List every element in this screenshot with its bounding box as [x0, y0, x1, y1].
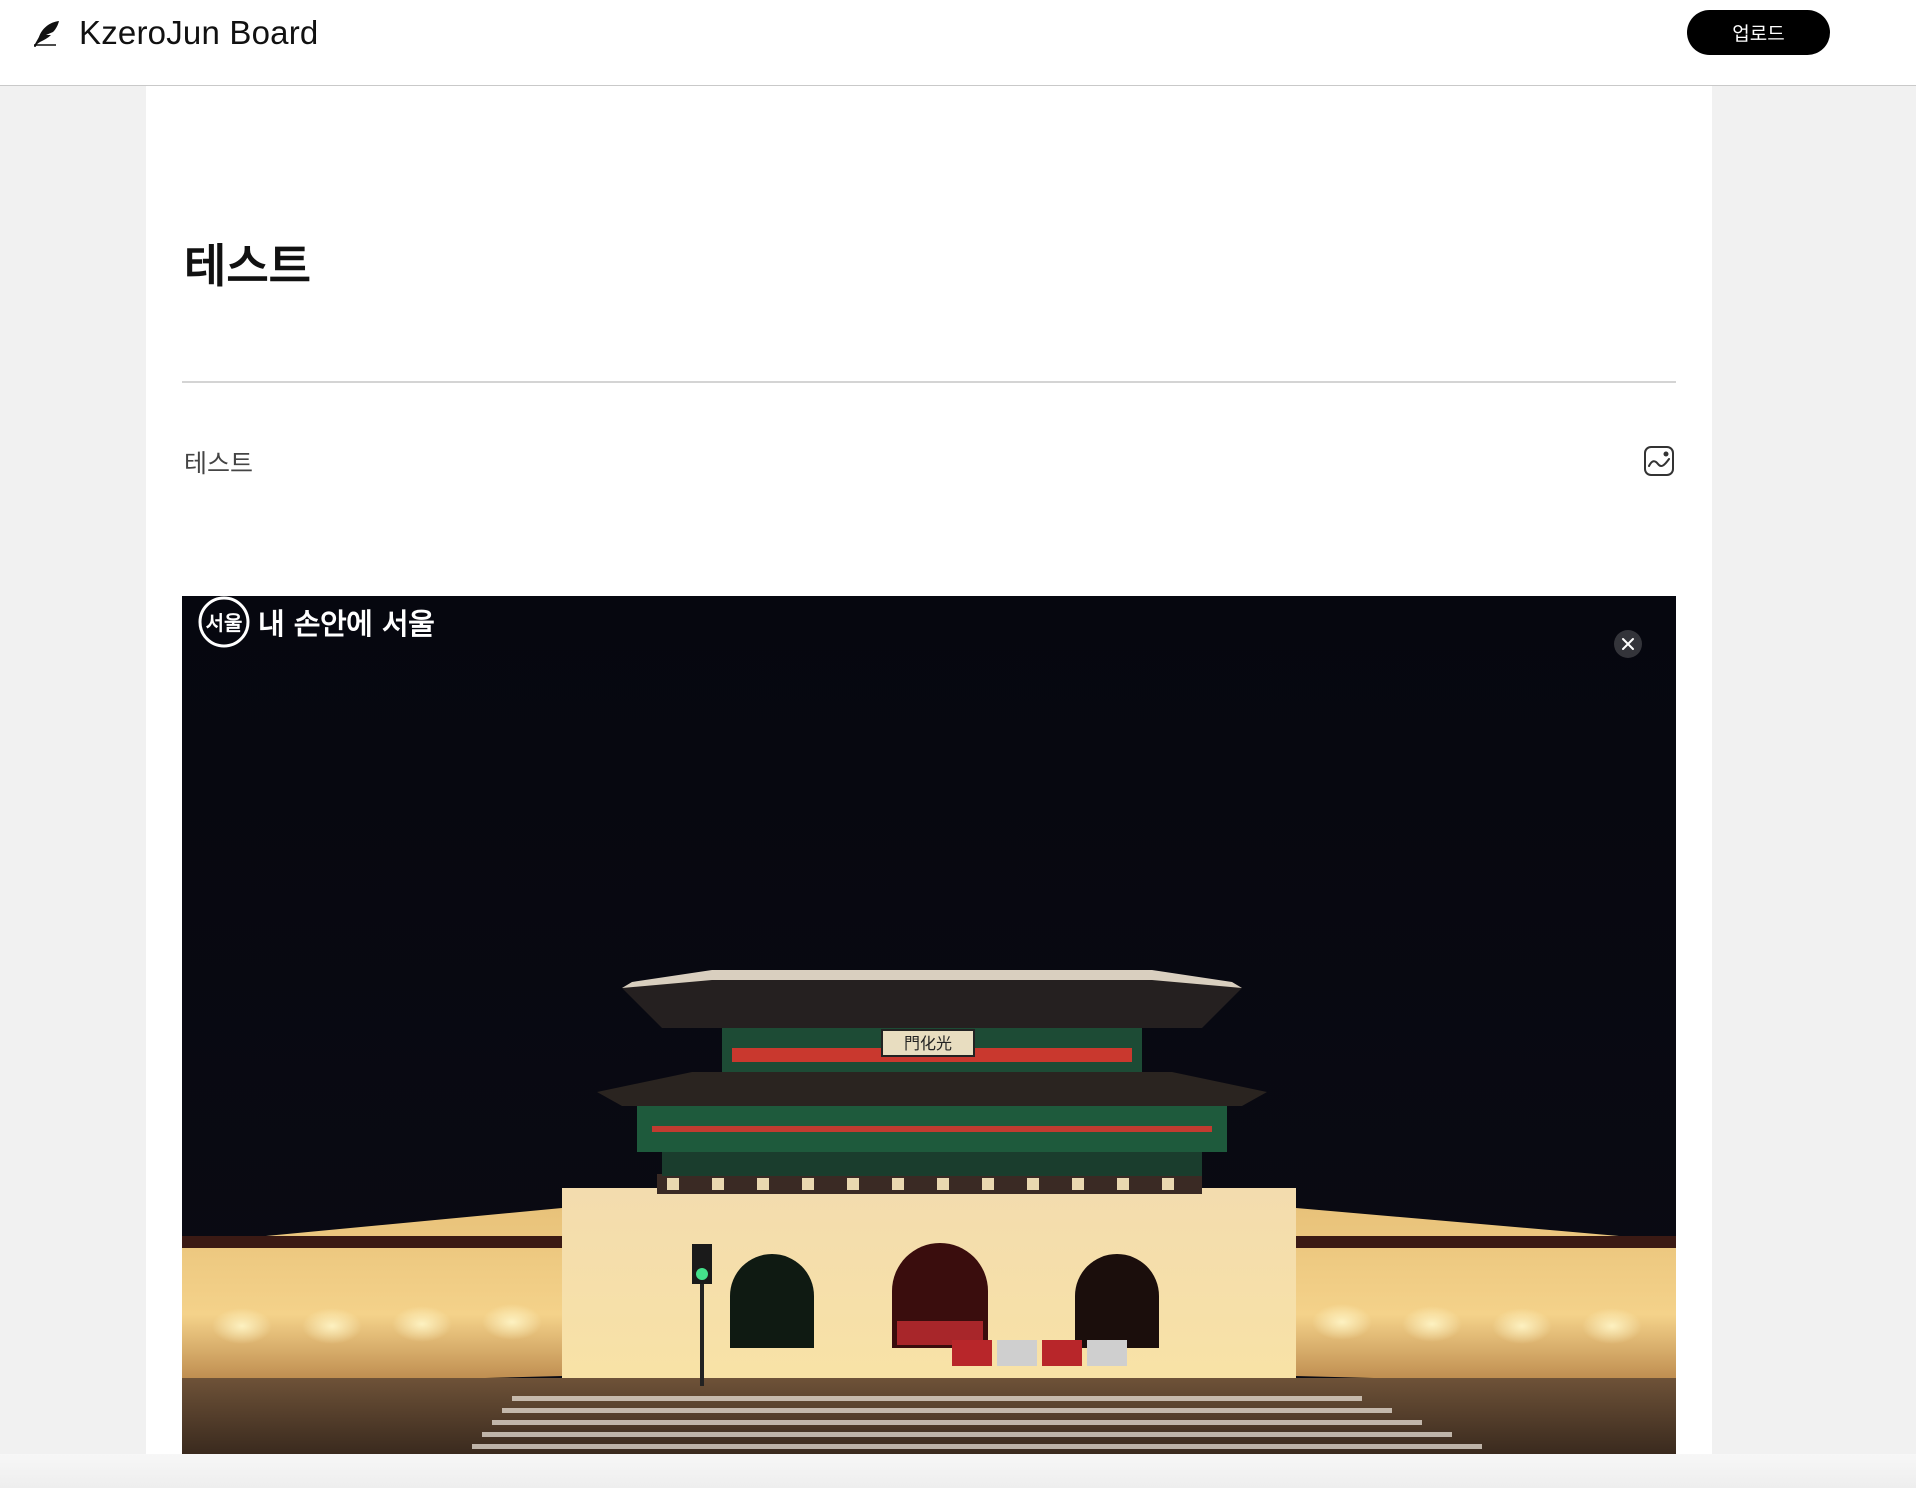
title-divider [182, 381, 1676, 383]
gwanghwamun-night-photo: 門化光 [182, 596, 1676, 1454]
close-icon [1622, 638, 1634, 650]
post-title: 테스트 [184, 239, 311, 293]
image-icon[interactable] [1642, 444, 1676, 478]
gate-plaque: 門化光 [904, 1034, 952, 1053]
caption-text: 내 손안에 서울 [258, 607, 435, 641]
remove-image-button[interactable] [1614, 630, 1642, 658]
post-body[interactable]: 테스트 [184, 448, 253, 480]
post-card: 테스트 테스트 門化光 서울 내 손안에 서울 [146, 86, 1712, 1488]
svg-text:서울: 서울 [206, 611, 243, 635]
seoul-logo-icon: 서울 [198, 596, 250, 648]
bottom-strip [0, 1454, 1916, 1488]
feather-pen-icon[interactable] [32, 18, 62, 48]
attached-photo: 門化光 서울 내 손안에 서울 [182, 596, 1676, 1454]
upload-button[interactable]: 업로드 [1687, 10, 1830, 55]
top-header: KzeroJun Board 업로드 [0, 0, 1916, 86]
brand-title[interactable]: KzeroJun Board [79, 13, 318, 53]
photo-caption: 서울 내 손안에 서울 [196, 596, 435, 648]
